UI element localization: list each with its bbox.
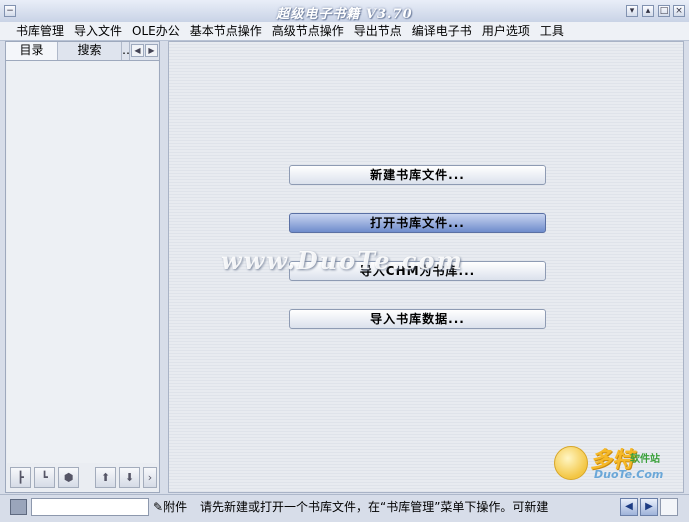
open-library-button[interactable]: 打开书库文件...: [289, 213, 546, 233]
attachment-label: 附件: [163, 500, 188, 514]
move-down-icon[interactable]: ⬇: [119, 467, 140, 488]
prev-icon[interactable]: ◀: [620, 498, 638, 516]
save-icon[interactable]: [10, 499, 27, 515]
left-panel: 目录 搜索 … ◀ ▶ ┣ ┗ ⬢ ⬆ ⬇ ›: [5, 41, 160, 493]
menu-compile-ebook[interactable]: 编译电子书: [407, 22, 477, 40]
left-tabs: 目录 搜索 … ◀ ▶: [6, 42, 159, 61]
menu-import-file[interactable]: 导入文件: [69, 22, 127, 40]
move-right-icon[interactable]: ›: [143, 467, 157, 488]
tab-scroll-right-icon[interactable]: ▶: [145, 44, 158, 57]
minimize-icon[interactable]: ▴: [642, 5, 654, 17]
collapse-tree-icon[interactable]: ┗: [34, 467, 55, 488]
menu-bar: 书库管理 导入文件 OLE办公 基本节点操作 高级节点操作 导出节点 编译电子书 用户选项 工具: [0, 22, 689, 41]
import-library-data-button[interactable]: 导入书库数据...: [289, 309, 546, 329]
next-icon[interactable]: ▶: [640, 498, 658, 516]
title-bar: − 超级电子书籍 V3.70 ▾ ▴ □ ×: [0, 0, 689, 23]
move-up-icon[interactable]: ⬆: [95, 467, 116, 488]
tab-scroll-left-icon[interactable]: ◀: [131, 44, 144, 57]
status-field: [31, 498, 149, 516]
directory-tree[interactable]: [7, 61, 158, 463]
resize-grip-icon[interactable]: [660, 498, 678, 516]
status-bar: ✎附件 请先新建或打开一个书库文件，在“书库管理”菜单下操作。可新建 ◀ ▶: [0, 494, 689, 522]
panel-splitter[interactable]: [160, 41, 168, 493]
new-library-button[interactable]: 新建书库文件...: [289, 165, 546, 185]
close-icon[interactable]: ×: [673, 5, 685, 17]
maximize-icon[interactable]: □: [658, 5, 670, 17]
menu-advanced-node[interactable]: 高级节点操作: [267, 22, 349, 40]
menu-tools[interactable]: 工具: [535, 22, 569, 40]
tab-search[interactable]: 搜索: [58, 42, 122, 60]
expand-tree-icon[interactable]: ┣: [10, 467, 31, 488]
tree-toolbar: ┣ ┗ ⬢ ⬆ ⬇ ›: [8, 466, 157, 490]
tab-contents[interactable]: 目录: [6, 42, 58, 60]
menu-library[interactable]: 书库管理: [0, 22, 69, 40]
attachment-indicator[interactable]: ✎附件: [153, 498, 187, 516]
menu-basic-node[interactable]: 基本节点操作: [185, 22, 267, 40]
restore-icon[interactable]: ▾: [626, 5, 638, 17]
status-message: 请先新建或打开一个书库文件，在“书库管理”菜单下操作。可新建: [200, 500, 549, 514]
menu-export-node[interactable]: 导出节点: [349, 22, 407, 40]
delete-node-icon[interactable]: ⬢: [58, 467, 79, 488]
tab-more[interactable]: …: [122, 42, 130, 60]
watermark-text: www.DuoTe.com: [221, 246, 464, 275]
menu-ole-office[interactable]: OLE办公: [127, 22, 185, 40]
window-title: 超级电子书籍 V3.70: [276, 7, 413, 22]
paperclip-icon: ✎: [153, 500, 164, 514]
main-panel: 新建书库文件... 打开书库文件... 导入CHM为书库... 导入书库数据..…: [168, 41, 684, 493]
menu-user-options[interactable]: 用户选项: [477, 22, 535, 40]
